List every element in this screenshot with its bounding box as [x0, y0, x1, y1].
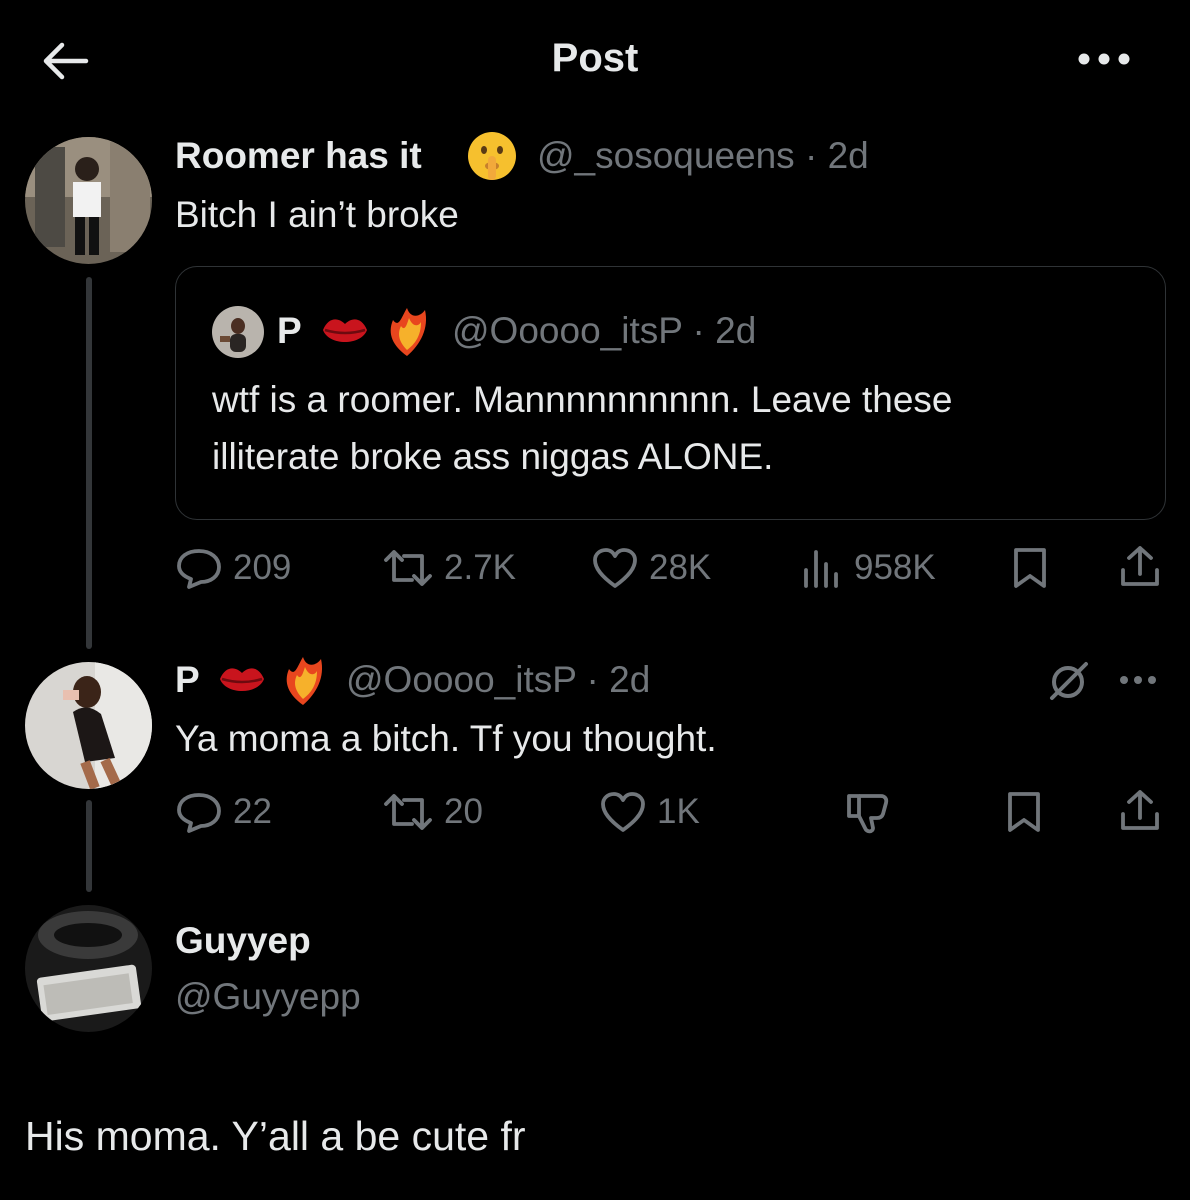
reply-icon	[177, 793, 221, 833]
views-count: 958K	[854, 548, 936, 587]
avatar[interactable]	[25, 137, 152, 264]
share-icon[interactable]	[1117, 788, 1163, 834]
avatar[interactable]	[25, 905, 152, 1032]
lips-emoji-icon	[319, 306, 371, 358]
repost-count: 20	[444, 792, 483, 831]
share-icon[interactable]	[1117, 544, 1163, 590]
like-button[interactable]: 28K	[591, 546, 711, 590]
avatar[interactable]	[212, 306, 264, 358]
repost-button[interactable]: 20	[382, 790, 483, 834]
composer-handle: @Guyyepp	[175, 976, 361, 1017]
thread-line	[86, 277, 92, 649]
reply-icon	[177, 549, 221, 589]
more-icon[interactable]	[1114, 668, 1162, 692]
post-text: Bitch I ain’t broke	[175, 194, 459, 235]
composer-text[interactable]: His moma. Y’all a be cute fr	[25, 1113, 526, 1160]
grok-icon[interactable]	[1044, 658, 1092, 706]
bookmark-icon[interactable]	[1004, 790, 1044, 834]
lips-emoji-icon	[216, 655, 268, 707]
composer-name: Guyyep	[175, 920, 311, 961]
reply-count: 209	[233, 548, 292, 587]
like-button[interactable]: 1K	[599, 790, 700, 834]
views-button[interactable]: 958K	[800, 546, 936, 590]
reply-count: 22	[233, 792, 272, 831]
like-icon	[593, 548, 637, 588]
like-count: 1K	[657, 792, 700, 831]
reply-author-handle[interactable]: @Ooooo_itsP · 2d	[346, 659, 650, 701]
reply-text: Ya moma a bitch. Tf you thought.	[175, 718, 717, 759]
thread-line	[86, 800, 92, 892]
shush-emoji-icon	[466, 130, 518, 182]
quoted-post-text-line1: wtf is a roomer. Mannnnnnnnnn. Leave the…	[212, 379, 953, 420]
quoted-post-text-line2: illiterate broke ass niggas ALONE.	[212, 436, 774, 477]
page-title: Post	[551, 36, 639, 80]
phoenix-emoji-icon	[381, 304, 433, 360]
bookmark-icon[interactable]	[1010, 546, 1050, 590]
views-icon	[804, 550, 838, 588]
author-handle[interactable]: @_sosoqueens · 2d	[537, 135, 869, 177]
like-count: 28K	[649, 548, 712, 587]
quoted-author-name[interactable]: P	[277, 310, 302, 352]
reply-button[interactable]: 22	[175, 790, 272, 834]
author-name[interactable]: Roomer has it	[175, 135, 422, 177]
repost-button[interactable]: 2.7K	[382, 546, 516, 590]
more-icon[interactable]	[1074, 44, 1134, 74]
reply-author-name[interactable]: P	[175, 659, 200, 701]
like-icon	[601, 792, 645, 832]
avatar[interactable]	[25, 662, 152, 789]
repost-icon	[384, 550, 432, 586]
repost-count: 2.7K	[444, 548, 516, 587]
quoted-author-handle[interactable]: @Ooooo_itsP · 2d	[452, 310, 756, 352]
dislike-icon[interactable]	[845, 790, 891, 836]
phoenix-emoji-icon	[277, 653, 329, 709]
reply-button[interactable]: 209	[175, 546, 291, 590]
repost-icon	[384, 794, 432, 830]
